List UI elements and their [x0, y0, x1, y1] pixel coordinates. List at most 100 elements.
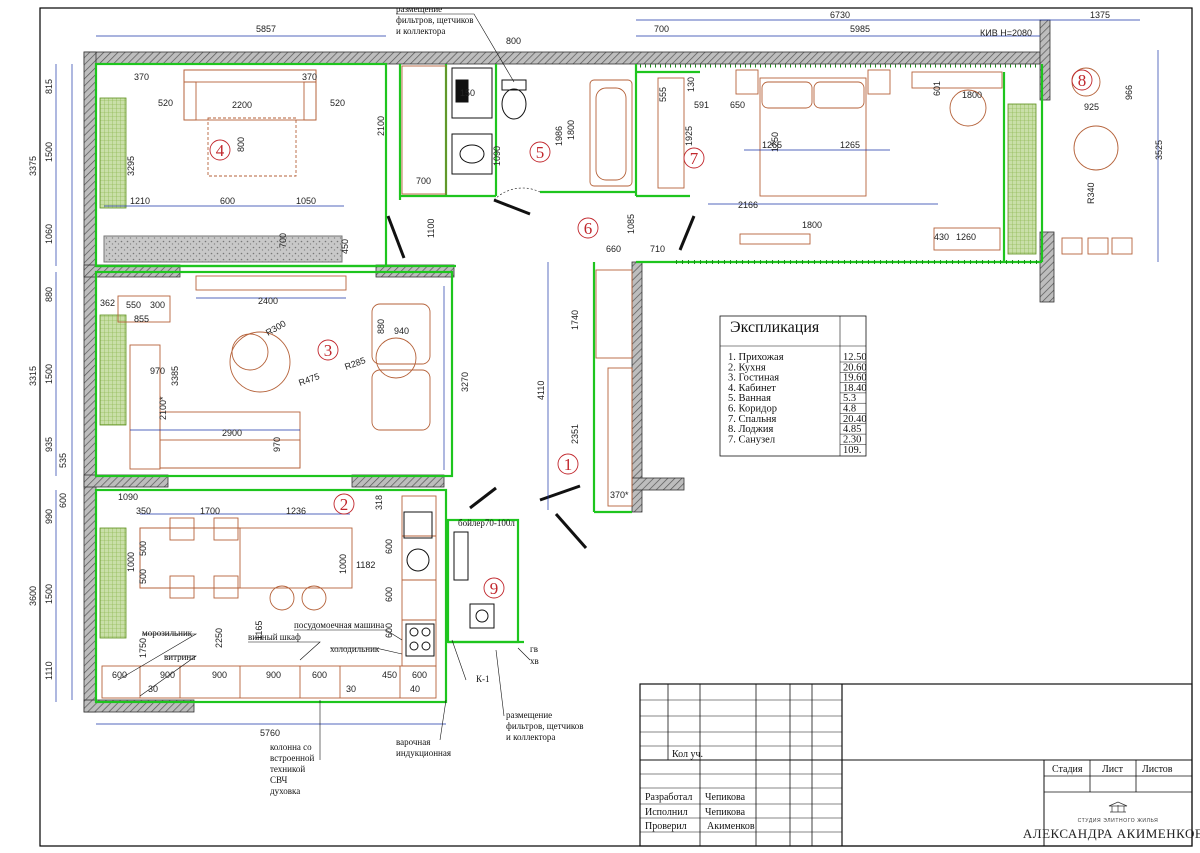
kitchen-w900b: 900: [212, 670, 227, 680]
showcase-label: витрина: [164, 652, 195, 662]
room-number-3: 3: [324, 341, 333, 360]
room-number-7: 7: [690, 149, 699, 168]
dim-550: 550: [126, 300, 141, 310]
dim-1050: 1050: [296, 196, 316, 206]
left-1500c: 1500: [44, 584, 54, 604]
kitchen-w600c: 600: [412, 670, 427, 680]
dim-1986: 1986: [554, 126, 564, 146]
radiator-bedroom: [1007, 103, 1037, 255]
hob-label-line1: варочная: [396, 737, 430, 747]
left-815: 815: [44, 79, 54, 94]
cold-water-label: хв: [530, 656, 539, 666]
left-1500a: 1500: [44, 142, 54, 162]
dim-700c: 700: [416, 176, 431, 186]
dim-5760: 5760: [260, 728, 280, 738]
dim-370a: 370: [134, 72, 149, 82]
dim-1000a: 1000: [126, 552, 136, 572]
dim-370b: 370: [302, 72, 317, 82]
dim-1925: 1925: [684, 126, 694, 146]
dim-2400: 2400: [258, 296, 278, 306]
hot-water-label: гв: [530, 644, 538, 654]
dim-r475: R475: [297, 371, 321, 388]
column-label-line3: техникой: [270, 764, 305, 774]
dim-1265a: 1265: [762, 140, 782, 150]
radiator-living: [99, 314, 127, 426]
filters-top-note-line3: и коллектора: [396, 26, 445, 36]
dim-2900: 2900: [222, 428, 242, 438]
dim-970a: 970: [150, 366, 165, 376]
studio-logo: СТУДИЯ ЭЛИТНОГО ЖИЛЬЯ АЛЕКСАНДРА АКИМЕНК…: [1023, 801, 1200, 841]
left-600: 600: [58, 493, 68, 508]
dim-600b: 600: [384, 539, 394, 554]
dim-430: 430: [934, 232, 949, 242]
column-label-line4: СВЧ: [270, 775, 288, 785]
room-markers: [209, 69, 1093, 599]
dim-top-far: 1375: [1090, 10, 1110, 20]
hob-label-line2: индукционная: [396, 748, 451, 758]
dim-5985: 5985: [850, 24, 870, 34]
kitchen-w450: 450: [382, 670, 397, 680]
dim-top-right: 6730: [830, 10, 850, 20]
left-1500b: 1500: [44, 364, 54, 384]
dim-3525: 3525: [1154, 140, 1164, 160]
left-880: 880: [44, 287, 54, 302]
dim-880: 880: [376, 319, 386, 334]
new-partitions: [94, 62, 1044, 704]
room-number-2: 2: [340, 495, 349, 514]
dim-1236: 1236: [286, 506, 306, 516]
room-number-1: 1: [564, 455, 573, 474]
dishwasher-label: посудомоечная машина: [294, 620, 384, 630]
dim-450a: 450: [340, 239, 350, 254]
dim-710: 710: [650, 244, 665, 254]
left-3375: 3375: [28, 156, 38, 176]
stamp-stage: Стадия: [1052, 764, 1083, 775]
kitchen-w600a: 600: [112, 670, 127, 680]
dim-600c: 600: [384, 587, 394, 602]
dim-r300: R300: [264, 318, 288, 337]
dim-1260: 1260: [956, 232, 976, 242]
dim-800b: 800: [236, 137, 246, 152]
office-desk: [103, 235, 343, 263]
left-3600: 3600: [28, 586, 38, 606]
dim-650: 650: [730, 100, 745, 110]
dim-1100: 1100: [426, 219, 436, 238]
dim-2250: 2250: [214, 628, 224, 648]
dim-855: 855: [134, 314, 149, 324]
room-number-8: 8: [1078, 71, 1087, 90]
dim-700: 700: [654, 24, 669, 34]
stamp-executed-label: Исполнил: [645, 807, 688, 818]
dim-3270: 3270: [460, 372, 470, 392]
dim-2200: 2200: [232, 100, 252, 110]
kitchen-w900a: 900: [160, 670, 175, 680]
stamp-developed-name: Чепикова: [705, 792, 746, 803]
dim-500a: 500: [138, 541, 148, 556]
dim-370c: 370*: [610, 490, 629, 500]
stamp-developed-label: Разработал: [645, 792, 692, 803]
dim-318: 318: [374, 495, 384, 510]
left-3315: 3315: [28, 366, 38, 386]
left-990: 990: [44, 509, 54, 524]
dim-2351: 2351: [570, 424, 580, 444]
column-label-line5: духовка: [270, 786, 300, 796]
dim-700b: 700: [278, 233, 288, 248]
dim-600d: 600: [384, 623, 394, 638]
filters-bottom-note-line2: фильтров, щетчиков: [506, 721, 584, 731]
dim-800: 800: [506, 36, 521, 46]
kitchen-w40: 40: [410, 684, 420, 694]
dim-1800a: 1800: [566, 120, 576, 140]
filters-top-note-line1: размещение: [396, 4, 442, 14]
dim-1700: 1700: [200, 506, 220, 516]
fridge-label: холодильник: [330, 644, 380, 654]
dim-2100a: 2100: [376, 116, 386, 136]
dim-1182: 1182: [356, 560, 375, 570]
left-1060: 1060: [44, 224, 54, 244]
dim-1750: 1750: [138, 638, 148, 658]
boiler-label: бойлер70-100л: [458, 518, 515, 528]
dim-top-left: 5857: [256, 24, 276, 34]
dim-1000b: 1000: [338, 554, 348, 574]
explication-total: 109.: [843, 445, 861, 456]
dim-300: 300: [150, 300, 165, 310]
dim-r285: R285: [343, 355, 367, 372]
dim-1740: 1740: [570, 310, 580, 330]
dim-660: 660: [606, 244, 621, 254]
